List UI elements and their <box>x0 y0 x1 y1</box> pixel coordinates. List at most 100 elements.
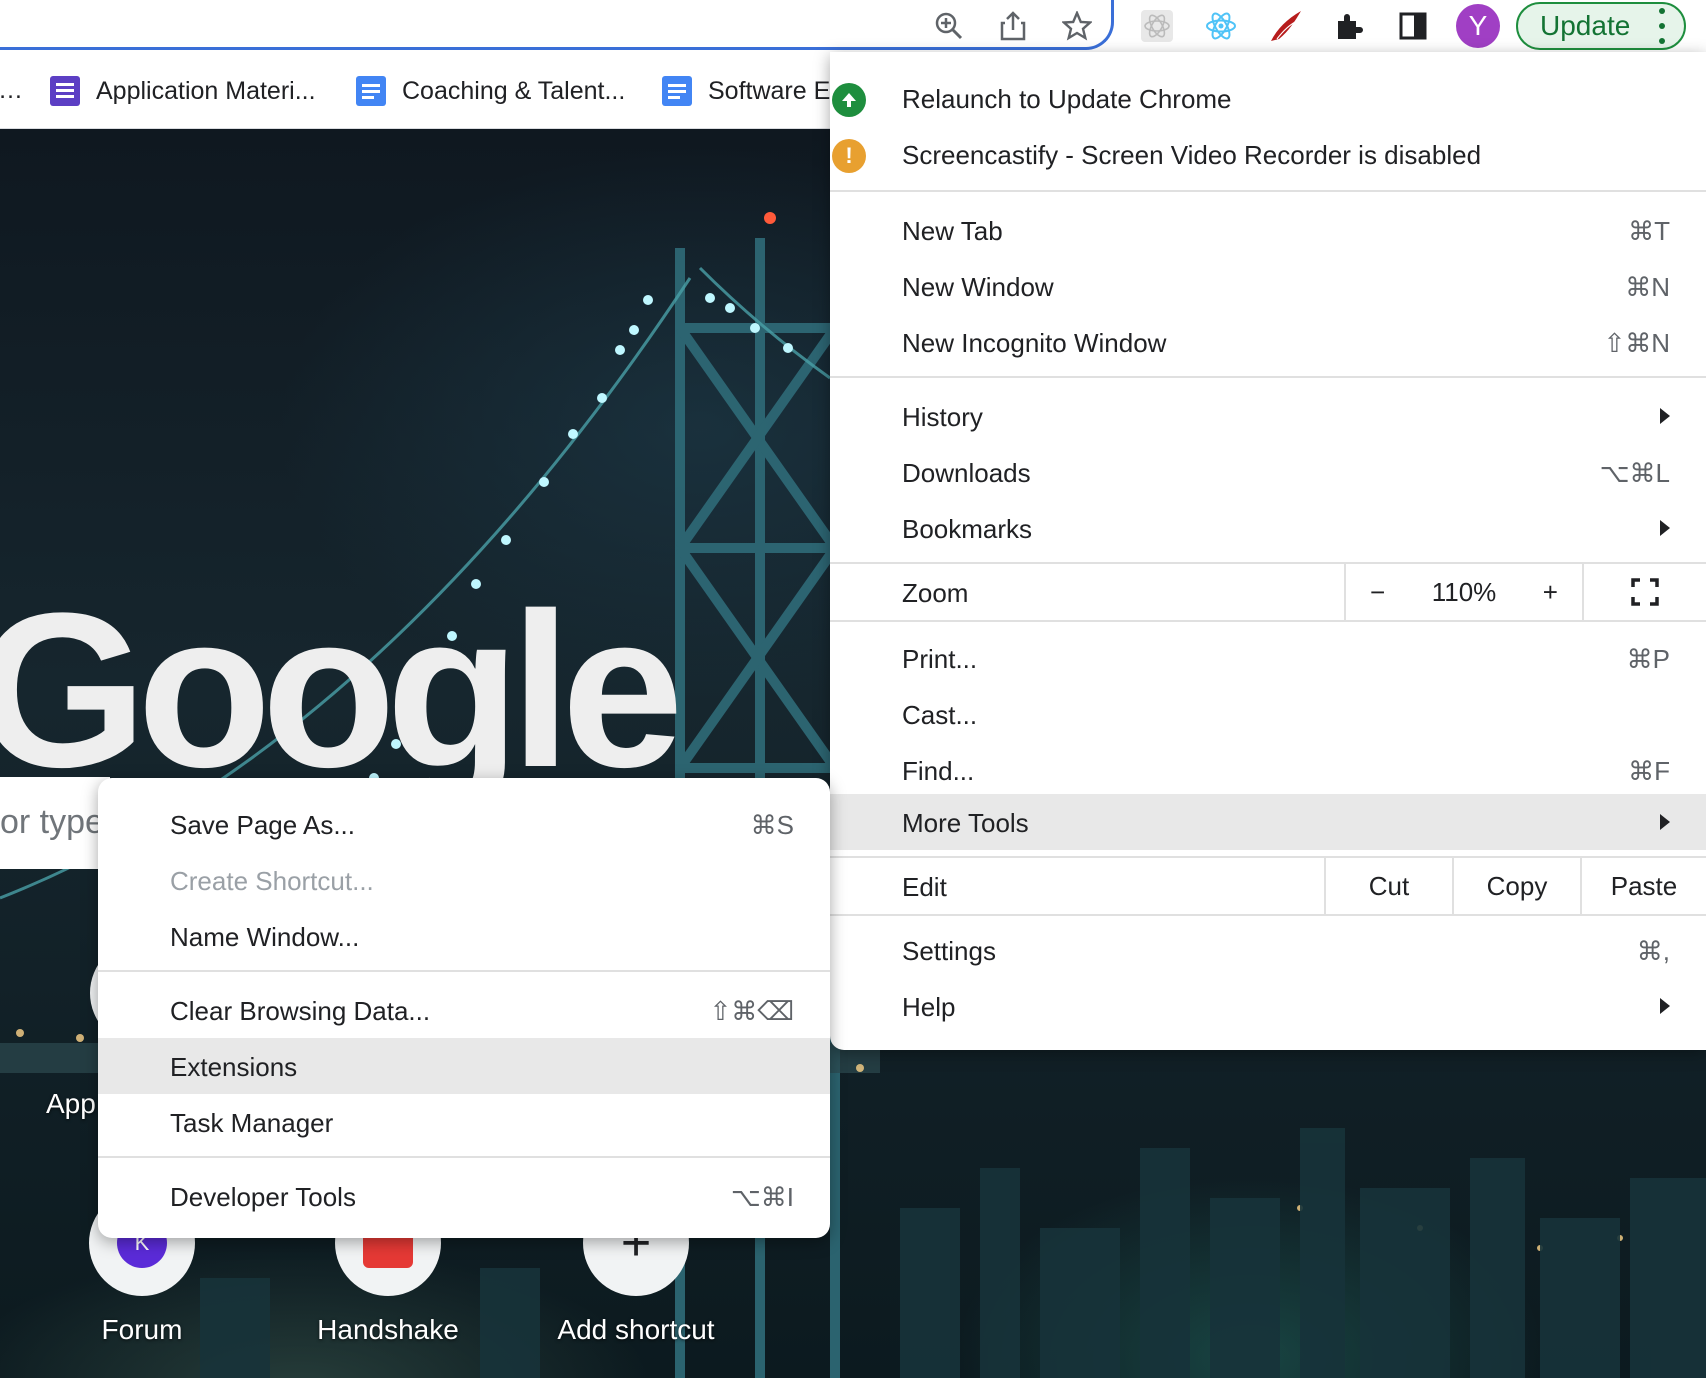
menu-item-shortcut: ⇧⌘⌫ <box>709 996 794 1026</box>
menu-item-label: Create Shortcut... <box>170 866 374 896</box>
cut-button[interactable]: Cut <box>1324 858 1452 914</box>
menu-item-label: Task Manager <box>170 1108 334 1138</box>
react-devtools-icon[interactable] <box>1200 5 1242 47</box>
search-placeholder: or type <box>0 803 104 841</box>
submenu-arrow-icon <box>1660 408 1670 424</box>
menu-item-shortcut: ⌘S <box>750 810 794 840</box>
menu-item-label: Help <box>902 992 956 1022</box>
menu-item-label: Zoom <box>902 578 969 608</box>
warning-icon: ! <box>832 138 866 173</box>
menu-item-shortcut: ⌘P <box>1626 644 1670 674</box>
submenu-arrow-icon <box>1660 520 1670 536</box>
bookmark-application-materials[interactable]: Application Materi... <box>50 76 316 106</box>
menu-item-screencastify-disabled[interactable]: ! Screencastify - Screen Video Recorder … <box>830 126 1706 182</box>
menu-item-new-tab[interactable]: New Tab ⌘T <box>830 202 1706 258</box>
menu-item-label: Clear Browsing Data... <box>170 996 431 1026</box>
zoom-icon[interactable] <box>928 5 970 47</box>
menu-item-label: Edit <box>902 872 947 902</box>
zoom-controls: − 110% + <box>1344 564 1582 620</box>
menu-item-label: More Tools <box>902 808 1029 838</box>
menu-divider <box>830 376 1706 378</box>
menu-item-settings[interactable]: Settings ⌘, <box>830 922 1706 978</box>
menu-item-new-window[interactable]: New Window ⌘N <box>830 258 1706 314</box>
fullscreen-icon <box>1631 578 1659 606</box>
star-icon[interactable] <box>1056 5 1098 47</box>
menu-item-extensions[interactable]: Extensions <box>98 1038 830 1094</box>
menu-item-cast[interactable]: Cast... <box>830 686 1706 742</box>
menu-item-more-tools[interactable]: More Tools <box>830 794 1706 850</box>
menu-item-developer-tools[interactable]: Developer Tools ⌥⌘I <box>98 1168 830 1224</box>
menu-item-print[interactable]: Print... ⌘P <box>830 630 1706 686</box>
menu-item-label: New Window <box>902 272 1054 302</box>
copy-button[interactable]: Copy <box>1452 858 1580 914</box>
chrome-menu-icon[interactable] <box>1652 8 1672 44</box>
browser-toolbar: Y Update <box>0 0 1706 52</box>
menu-item-label: Save Page As... <box>170 810 356 840</box>
menu-item-label: Settings <box>902 936 996 966</box>
more-tools-submenu: Save Page As... ⌘S Create Shortcut... Na… <box>98 778 830 1238</box>
menu-item-history[interactable]: History <box>830 388 1706 444</box>
menu-item-label: Name Window... <box>170 922 360 952</box>
menu-item-name-window[interactable]: Name Window... <box>98 908 830 964</box>
shortcut-label-app: App <box>46 1088 96 1119</box>
menu-item-new-incognito-window[interactable]: New Incognito Window ⇧⌘N <box>830 314 1706 370</box>
menu-item-label: Find... <box>902 756 975 786</box>
update-arrow-icon <box>832 82 866 117</box>
react-devtools-grey-icon[interactable] <box>1136 5 1178 47</box>
menu-item-shortcut: ⌥⌘I <box>730 1182 794 1212</box>
zoom-out-button[interactable]: − <box>1370 577 1385 608</box>
bookmark-label: Software E <box>708 76 831 105</box>
menu-item-bookmarks[interactable]: Bookmarks <box>830 500 1706 556</box>
puzzle-extensions-icon[interactable] <box>1328 5 1370 47</box>
menu-item-create-shortcut: Create Shortcut... <box>98 852 830 908</box>
bookmark-label: Coaching & Talent... <box>402 76 626 105</box>
menu-item-shortcut: ⌘F <box>1628 756 1670 786</box>
side-panel-icon[interactable] <box>1392 5 1434 47</box>
copy-label: Copy <box>1486 870 1548 901</box>
zoom-in-button[interactable]: + <box>1543 577 1558 608</box>
menu-item-help[interactable]: Help <box>830 978 1706 1034</box>
menu-item-relaunch[interactable]: Relaunch to Update Chrome <box>830 70 1706 126</box>
menu-item-label: New Incognito Window <box>902 328 1167 358</box>
menu-item-label: Print... <box>902 644 978 674</box>
menu-item-downloads[interactable]: Downloads ⌥⌘L <box>830 444 1706 500</box>
menu-item-edit: Edit Cut Copy Paste <box>830 858 1706 914</box>
zoom-level: 110% <box>1431 576 1497 607</box>
menu-item-find[interactable]: Find... ⌘F <box>830 742 1706 798</box>
shortcut-label-forum: Forum <box>101 1314 183 1345</box>
profile-avatar[interactable]: Y <box>1456 4 1500 48</box>
submenu-arrow-icon <box>1660 998 1670 1014</box>
bookmark-overflow[interactable]: … <box>0 76 23 105</box>
forms-icon <box>50 76 80 106</box>
menu-item-task-manager[interactable]: Task Manager <box>98 1094 830 1150</box>
menu-item-label: Relaunch to Update Chrome <box>902 84 1232 114</box>
share-icon[interactable] <box>992 5 1034 47</box>
paste-label: Paste <box>1610 870 1678 901</box>
update-button-label: Update <box>1540 10 1631 41</box>
menu-divider <box>98 970 830 972</box>
menu-item-shortcut: ⌘T <box>1628 216 1670 246</box>
menu-item-label: Screencastify - Screen Video Recorder is… <box>902 140 1482 170</box>
menu-item-label: Downloads <box>902 458 1031 488</box>
menu-item-clear-browsing-data[interactable]: Clear Browsing Data... ⇧⌘⌫ <box>98 982 830 1038</box>
docs-icon <box>662 76 692 106</box>
shortcut-label-add: Add shortcut <box>557 1314 715 1345</box>
shortcut-label-handshake: Handshake <box>317 1314 459 1345</box>
docs-icon <box>356 76 386 106</box>
menu-item-label: Bookmarks <box>902 514 1033 544</box>
bookmark-software[interactable]: Software E <box>662 76 830 106</box>
menu-item-label: Developer Tools <box>170 1182 356 1212</box>
menu-item-save-page-as[interactable]: Save Page As... ⌘S <box>98 796 830 852</box>
paste-button[interactable]: Paste <box>1580 858 1706 914</box>
menu-item-label: Extensions <box>170 1052 298 1082</box>
fullscreen-button[interactable] <box>1582 564 1706 620</box>
bookmark-coaching-talent[interactable]: Coaching & Talent... <box>356 76 625 106</box>
menu-divider <box>830 914 1706 916</box>
menu-item-label: Cast... <box>902 700 978 730</box>
red-wing-extension-icon[interactable] <box>1264 5 1306 47</box>
menu-item-shortcut: ⌘N <box>1625 272 1670 302</box>
menu-item-label: History <box>902 402 983 432</box>
menu-item-zoom: Zoom − 110% + <box>830 564 1706 620</box>
submenu-arrow-icon <box>1660 814 1670 830</box>
menu-item-shortcut: ⇧⌘N <box>1603 328 1670 358</box>
